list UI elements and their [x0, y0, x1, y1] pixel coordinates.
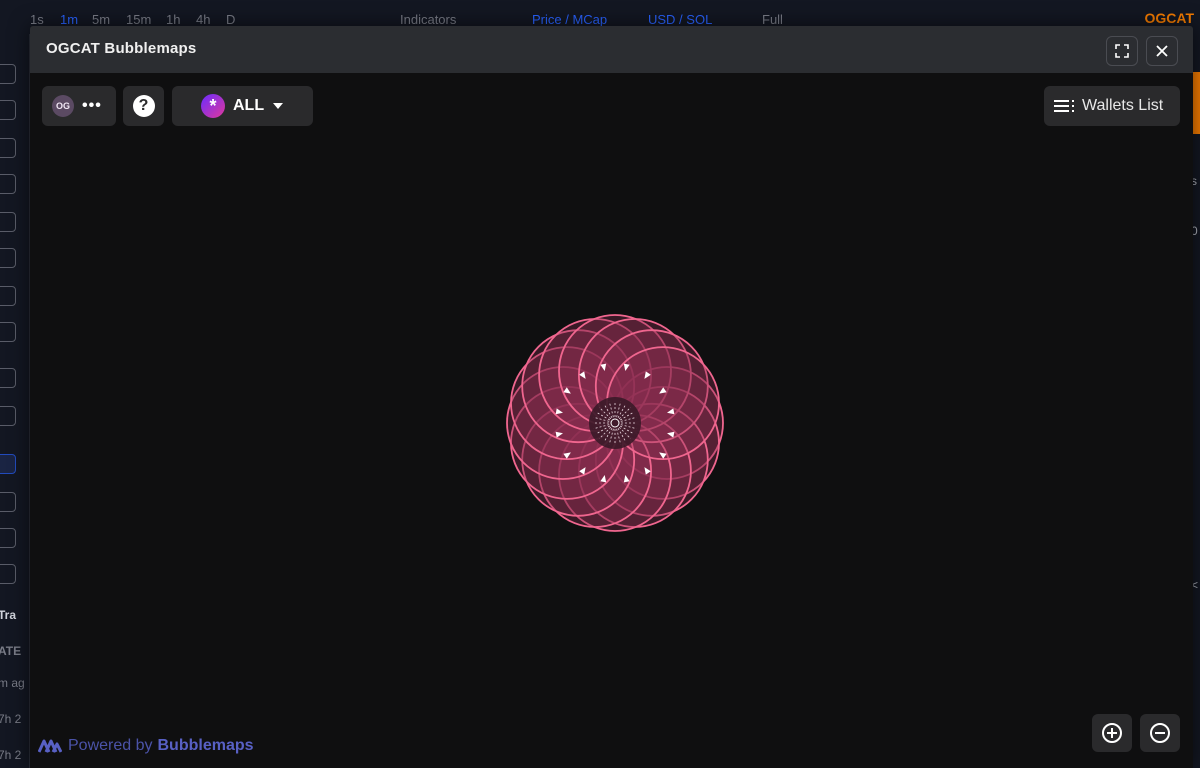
bubble-map-graph[interactable]: [500, 308, 730, 538]
bg-zoom-icon: [0, 406, 16, 426]
bg-row-time: m ag: [0, 676, 25, 690]
bg-fib-icon: [0, 138, 16, 158]
chevron-down-icon: [273, 103, 284, 109]
bg-pattern-icon: [0, 174, 16, 194]
token-selector-button[interactable]: OG •••: [42, 86, 116, 126]
token-avatar: OG: [52, 95, 74, 117]
close-icon: [1156, 45, 1168, 57]
bg-interval-15m: 15m: [126, 12, 152, 27]
plus-circle-icon: [1102, 723, 1122, 743]
bubblemaps-modal: OGCAT Bubblemaps OG ••• ? * ALL Wallets …: [30, 26, 1193, 768]
bubblemaps-brand-text: Bubblemaps: [157, 737, 254, 754]
asterisk-icon: *: [201, 94, 225, 118]
bg-interval-1h: 1h: [166, 12, 181, 27]
bg-forecast-icon: [0, 212, 16, 232]
zoom-in-button[interactable]: [1092, 714, 1132, 752]
expand-corners-icon: [1115, 44, 1129, 58]
more-options-icon: •••: [82, 97, 102, 114]
bg-emoji-icon: [0, 322, 16, 342]
bg-row-time: 7h 2: [0, 712, 22, 726]
bg-ruler-icon: [0, 368, 16, 388]
background-left-toolbar: Tra ATE m ag 7h 2 7h 2: [0, 34, 30, 768]
bg-text-icon: [0, 286, 16, 306]
bg-trades-tab: Tra: [0, 608, 17, 622]
zoom-out-button[interactable]: [1140, 714, 1180, 752]
powered-by-text: Powered by: [68, 737, 153, 754]
bubblemaps-logo-icon: [38, 739, 62, 753]
bg-interval-1m: 1m: [60, 12, 79, 27]
filter-dropdown[interactable]: * ALL: [172, 86, 313, 126]
bg-usd-sol: USD / SOL: [648, 12, 713, 27]
bg-trendline-icon: [0, 100, 16, 120]
wallets-list-button[interactable]: Wallets List: [1044, 86, 1180, 126]
bg-interval-d: D: [226, 12, 236, 27]
bg-interval-4h: 4h: [196, 12, 211, 27]
help-icon: ?: [132, 95, 155, 117]
bg-interval-5m: 5m: [92, 12, 111, 27]
minus-circle-icon: [1150, 723, 1170, 743]
bg-brand-label: OGCAT: [1144, 10, 1194, 26]
bg-lock-icon: [0, 528, 16, 548]
wallets-list-label: Wallets List: [1082, 97, 1164, 114]
filter-label: ALL: [233, 97, 265, 114]
bg-crosshair-icon: [0, 64, 16, 84]
bg-price-mcap: Price / MCap: [532, 12, 608, 27]
bg-full: Full: [762, 12, 783, 27]
bg-date-header: ATE: [0, 644, 22, 658]
powered-by-link[interactable]: Powered by Bubblemaps: [38, 737, 254, 755]
help-button[interactable]: ?: [123, 86, 164, 126]
bg-magnet-icon: [0, 454, 16, 474]
bg-interval-1s: 1s: [30, 12, 44, 27]
modal-header: OGCAT Bubblemaps: [30, 26, 1193, 73]
list-icon: [1054, 100, 1074, 112]
bg-row-time: 7h 2: [0, 748, 22, 762]
bg-brush-icon: [0, 248, 16, 268]
modal-title: OGCAT Bubblemaps: [46, 40, 197, 57]
fullscreen-button[interactable]: [1106, 36, 1138, 66]
bg-eye-icon: [0, 564, 16, 584]
close-button[interactable]: [1146, 36, 1178, 66]
bg-indicators: Indicators: [400, 12, 457, 27]
bg-lock-draw-icon: [0, 492, 16, 512]
